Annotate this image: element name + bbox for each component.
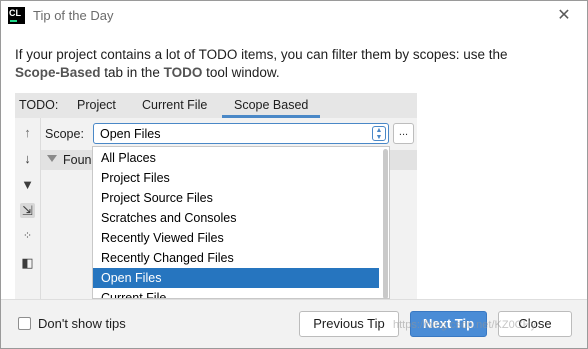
dropdown-item-scratches-and-consoles[interactable]: Scratches and Consoles (93, 208, 379, 228)
tip-of-the-day-dialog: CL Tip of the Day ✕ If your project cont… (0, 0, 588, 349)
tip-bold-todo: TODO (163, 65, 203, 80)
dropdown-item-recently-changed-files[interactable]: Recently Changed Files (93, 248, 379, 268)
app-icon-text: CL (9, 8, 21, 18)
close-icon[interactable]: ✕ (553, 5, 575, 27)
expand-triangle-icon (47, 155, 57, 162)
group-icon: ⁘ (22, 230, 33, 242)
dont-show-tips-checkbox[interactable] (18, 317, 31, 330)
preview-icon: ◧ (21, 255, 34, 270)
scope-dropdown-list: All Places Project Files Project Source … (92, 146, 390, 299)
tip-mid: tab in the (100, 65, 164, 80)
todo-prefix: TODO: (19, 98, 59, 112)
dropdown-item-project-files[interactable]: Project Files (93, 168, 379, 188)
todo-toolbar: ↑ ↓ ▼ ⇲ ⁘ ◧ (15, 118, 41, 299)
dropdown-item-open-files[interactable]: Open Files (93, 268, 379, 288)
tab-project: Project (77, 98, 116, 112)
clion-app-icon: CL (8, 7, 25, 24)
previous-tip-button[interactable]: Previous Tip (299, 311, 399, 337)
todo-tab-bar: TODO: Project Current File Scope Based (15, 93, 417, 118)
arrow-down-icon: ↓ (24, 151, 31, 166)
scope-value: Open Files (100, 127, 161, 141)
tip-bold-scope-based: Scope-Based (15, 65, 101, 80)
browse-scopes-button[interactable]: ... (393, 123, 414, 144)
dropdown-item-recently-viewed-files[interactable]: Recently Viewed Files (93, 228, 379, 248)
tip-text: If your project contains a lot of TODO i… (15, 46, 575, 82)
tip-line1: If your project contains a lot of TODO i… (15, 47, 508, 62)
dropdown-item-current-file[interactable]: Current File (93, 288, 379, 298)
tab-scope-based: Scope Based (234, 98, 309, 112)
title-bar: CL Tip of the Day ✕ (1, 1, 587, 32)
found-text: Foun (63, 153, 92, 167)
autoscroll-icon: ⇲ (20, 203, 35, 218)
scope-combobox[interactable]: Open Files ▲ ▼ (93, 123, 389, 144)
scope-label: Scope: (45, 127, 84, 141)
dont-show-tips-label[interactable]: Don't show tips (38, 316, 126, 331)
tab-current-file: Current File (142, 98, 208, 112)
next-tip-button[interactable]: Next Tip (410, 311, 487, 337)
arrow-up-icon: ↑ (24, 125, 31, 140)
dropdown-scrollbar[interactable] (383, 149, 388, 298)
dropdown-item-project-source-files[interactable]: Project Source Files (93, 188, 379, 208)
tip-end: tool window. (202, 65, 280, 80)
filter-icon: ▼ (21, 177, 34, 192)
dropdown-item-all-places[interactable]: All Places (93, 148, 379, 168)
dialog-footer: Don't show tips Previous Tip Next Tip Cl… (1, 299, 587, 348)
tab-selected-indicator (222, 115, 320, 118)
close-button[interactable]: Close (498, 311, 572, 337)
window-title: Tip of the Day (33, 8, 114, 23)
chevron-updown-icon[interactable]: ▲ ▼ (372, 126, 386, 141)
